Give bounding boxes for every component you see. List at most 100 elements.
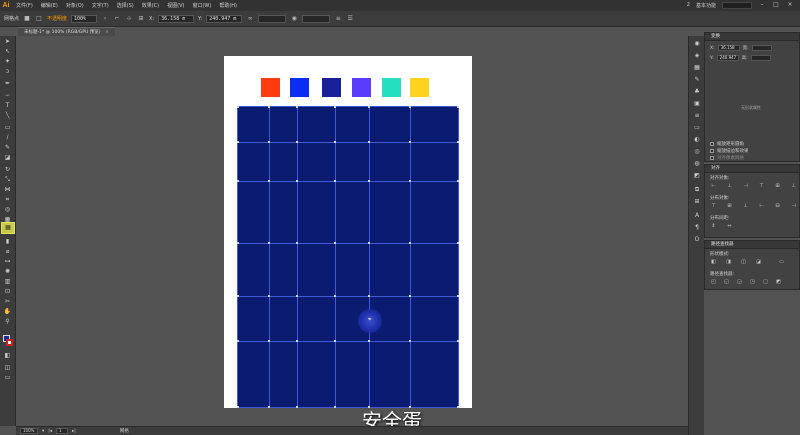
- mesh-anchor-point[interactable]: [334, 180, 336, 182]
- symbols-icon[interactable]: ♣: [692, 88, 702, 96]
- checkbox[interactable]: [710, 149, 714, 153]
- merge-icon[interactable]: ◲: [736, 279, 743, 285]
- screen-mode-icon[interactable]: ▭: [2, 374, 13, 382]
- mesh-anchor-point[interactable]: [457, 406, 459, 408]
- canvas-area[interactable]: ⌖: [16, 36, 688, 426]
- mesh-anchor-point[interactable]: [334, 295, 336, 297]
- mesh-tool-icon[interactable]: ▦: [1, 222, 15, 234]
- graph-tool-icon[interactable]: ▥: [2, 278, 13, 286]
- align-icon[interactable]: ≡: [334, 15, 342, 23]
- option-scale-corners[interactable]: 缩放矩形圆角: [710, 141, 744, 147]
- symbol-sprayer-icon[interactable]: ✺: [2, 268, 13, 276]
- x-coordinate-field[interactable]: 36.158 m: [158, 14, 195, 23]
- color-mode-icon[interactable]: ◧: [2, 352, 13, 360]
- mesh-anchor-point[interactable]: [237, 340, 239, 342]
- transform-h-field[interactable]: [750, 55, 771, 61]
- crop-icon[interactable]: ◳: [749, 279, 756, 285]
- mesh-anchor-point[interactable]: [268, 141, 270, 143]
- chevron-down-icon[interactable]: ▾: [42, 429, 44, 434]
- transform-w-field[interactable]: [751, 45, 772, 51]
- link-icon[interactable]: ∞: [246, 15, 254, 23]
- option-pixel-grid[interactable]: 对齐像素网格: [710, 155, 744, 161]
- shape-builder-icon[interactable]: ◎: [2, 206, 13, 214]
- last-page-icon[interactable]: ▸|: [72, 429, 76, 434]
- trim-icon[interactable]: ◱: [723, 279, 730, 285]
- document-tab[interactable]: 未标题-1* @ 100% (RGB/GPU 预览) ×: [18, 27, 115, 36]
- mesh-anchor-point[interactable]: [457, 295, 459, 297]
- curvature-tool-icon[interactable]: ∽: [2, 92, 13, 100]
- eyedropper-icon[interactable]: ⌀: [2, 248, 13, 256]
- zoom-field[interactable]: 100%: [20, 428, 38, 434]
- unite-icon[interactable]: ◧: [710, 259, 717, 265]
- mesh-anchor-point[interactable]: [296, 141, 298, 143]
- appearance-icon[interactable]: ◎: [692, 148, 702, 156]
- mesh-line[interactable]: [238, 243, 458, 244]
- align-top-icon[interactable]: ⊤: [758, 183, 765, 189]
- brushes-icon[interactable]: ✎: [692, 76, 702, 84]
- distribute-vcenter-icon[interactable]: ⊞: [726, 203, 733, 209]
- mesh-anchor-point[interactable]: [368, 242, 370, 244]
- type-tool-icon[interactable]: T: [2, 102, 13, 110]
- rectangle-tool-icon[interactable]: ▭: [2, 124, 13, 132]
- height-field[interactable]: [302, 14, 331, 23]
- mesh-anchor-point[interactable]: [237, 242, 239, 244]
- align-left-icon[interactable]: ⊢: [710, 183, 717, 189]
- mesh-anchor-point[interactable]: [268, 340, 270, 342]
- distribute-right-icon[interactable]: ⊣: [790, 203, 797, 209]
- artboard[interactable]: ⌖: [224, 56, 472, 408]
- image-trace-icon[interactable]: ◍: [692, 160, 702, 168]
- width-field[interactable]: [258, 14, 287, 23]
- mesh-anchor-point[interactable]: [368, 295, 370, 297]
- slice-tool-icon[interactable]: ✂: [2, 298, 13, 306]
- mesh-line[interactable]: [369, 107, 370, 407]
- mesh-line[interactable]: [335, 107, 336, 407]
- y-coordinate-field[interactable]: 240.947 m: [206, 14, 243, 23]
- mesh-anchor-point[interactable]: [334, 406, 336, 408]
- mesh-anchor-point[interactable]: [334, 242, 336, 244]
- mesh-anchor-point[interactable]: [268, 406, 270, 408]
- mesh-anchor-point[interactable]: [409, 180, 411, 182]
- distribute-hcenter-icon[interactable]: ⊟: [774, 203, 781, 209]
- opentype-icon[interactable]: O: [692, 236, 702, 244]
- draw-mode-icon[interactable]: ◫: [2, 364, 13, 372]
- stroke-icon[interactable]: ≡: [692, 112, 702, 120]
- divide-icon[interactable]: ◰: [710, 279, 717, 285]
- mesh-anchor-point[interactable]: [268, 242, 270, 244]
- mesh-line[interactable]: [238, 296, 458, 297]
- mesh-anchor-point[interactable]: [368, 340, 370, 342]
- gradient-tool-icon[interactable]: ▮: [2, 238, 13, 246]
- paragraph-icon[interactable]: ¶: [692, 224, 702, 232]
- page-field[interactable]: 1: [56, 428, 69, 434]
- paintbrush-icon[interactable]: ∕: [2, 134, 13, 142]
- swatch-violet[interactable]: [352, 78, 371, 97]
- mesh-anchor-point[interactable]: [237, 406, 239, 408]
- eraser-icon[interactable]: ◪: [2, 154, 13, 162]
- close-icon[interactable]: ×: [786, 1, 794, 9]
- mesh-anchor-point[interactable]: [409, 106, 411, 108]
- transform-icon[interactable]: ⊞: [137, 15, 145, 23]
- selection-tool-icon[interactable]: ➤: [2, 38, 13, 46]
- blend-tool-icon[interactable]: ⊶: [2, 258, 13, 266]
- mesh-anchor-point[interactable]: [268, 295, 270, 297]
- mesh-anchor-point[interactable]: [237, 295, 239, 297]
- graphic-styles-icon[interactable]: ▣: [692, 100, 702, 108]
- menu-effect[interactable]: 效果(C): [138, 2, 163, 9]
- mesh-line[interactable]: [238, 142, 458, 143]
- menu-help[interactable]: 帮助(H): [215, 2, 241, 9]
- mesh-anchor-point[interactable]: [237, 180, 239, 182]
- menu-type[interactable]: 文字(T): [88, 2, 113, 9]
- pathfinder-panel-header[interactable]: 路径查找器: [705, 241, 799, 249]
- swatch-teal[interactable]: [382, 78, 401, 97]
- direct-selection-tool-icon[interactable]: ↖: [2, 48, 13, 56]
- distribute-bottom-icon[interactable]: ⊥: [742, 203, 749, 209]
- spacing-horizontal-icon[interactable]: ⇔: [726, 223, 733, 229]
- menu-object[interactable]: 对象(O): [62, 2, 88, 9]
- mesh-anchor-point[interactable]: [296, 406, 298, 408]
- mesh-line[interactable]: [297, 107, 298, 407]
- spacing-vertical-icon[interactable]: ⇕: [710, 223, 717, 229]
- swatch-yellow[interactable]: [410, 78, 429, 97]
- mesh-anchor-point[interactable]: [457, 106, 459, 108]
- gradient-icon[interactable]: ▭: [692, 124, 702, 132]
- recolor-icon[interactable]: ◉: [290, 15, 298, 23]
- chevron-right-icon[interactable]: ›: [101, 15, 109, 23]
